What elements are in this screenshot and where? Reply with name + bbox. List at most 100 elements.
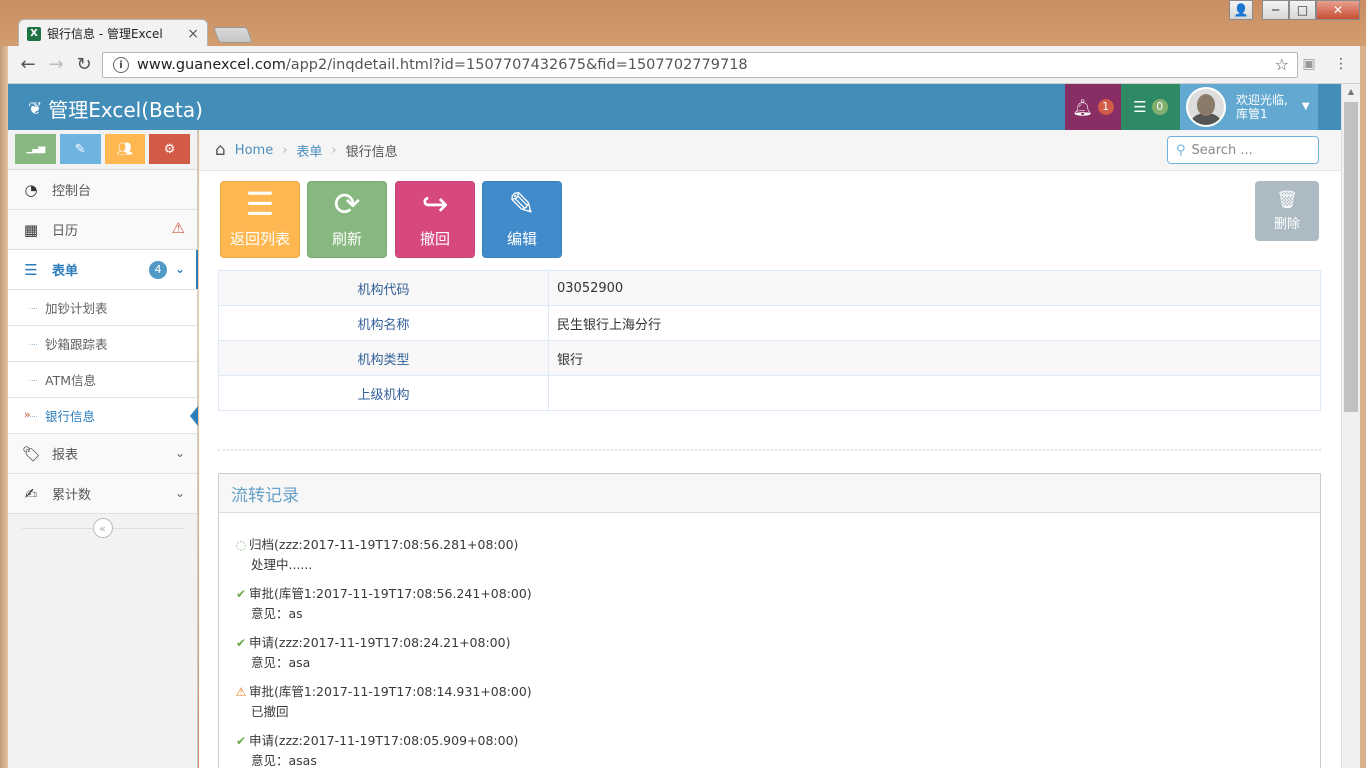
revoke-button[interactable]: ↪ 撤回 bbox=[395, 181, 475, 258]
log-text: 审批(库管1:2017-11-19T17:08:14.931+08:00) bbox=[249, 684, 532, 699]
warning-icon: ⚠ bbox=[171, 219, 185, 237]
log-text: 审批(库管1:2017-11-19T17:08:56.241+08:00) bbox=[249, 586, 532, 601]
browser-toolbar: ← → ↻ i www.guanexcel.com/app2/inqdetail… bbox=[8, 46, 1360, 84]
refresh-button[interactable]: ⟳ 刷新 bbox=[307, 181, 387, 258]
table-row: 机构类型 银行 bbox=[218, 340, 1321, 376]
tasks-button[interactable]: ☰ 0 bbox=[1121, 84, 1180, 130]
sidebar-item-cassette-tracking[interactable]: 钞箱跟踪表 bbox=[8, 326, 197, 362]
back-to-list-label: 返回列表 bbox=[229, 230, 290, 248]
forward-arrow-icon[interactable]: → bbox=[42, 51, 70, 79]
log-note: 意见：asa bbox=[251, 655, 311, 670]
log-text: 申请(zzz:2017-11-19T17:08:24.21+08:00) bbox=[249, 635, 511, 650]
window-frame-right bbox=[1360, 46, 1366, 768]
tachometer-icon: ◔ bbox=[24, 180, 38, 199]
users-shortcut-button[interactable]: 👥︎ bbox=[104, 134, 146, 164]
sidebar-item-label: 控制台 bbox=[52, 184, 92, 199]
home-icon: ⌂ bbox=[215, 140, 226, 160]
list-item: ✔ 申请(zzz:2017-11-19T17:08:05.909+08:00) 意… bbox=[233, 731, 1320, 768]
user-menu[interactable]: 欢迎光临, 库管1 ▼ bbox=[1180, 84, 1318, 130]
tag-icon: 🏷︎ bbox=[22, 444, 42, 463]
edit-icon: ✍ bbox=[24, 484, 38, 503]
list-icon: ☰ bbox=[245, 185, 275, 223]
search-input[interactable]: ⚲ Search ... bbox=[1167, 136, 1319, 164]
breadcrumb-home-link[interactable]: Home bbox=[235, 143, 273, 158]
maximize-button[interactable]: □ bbox=[1289, 0, 1316, 20]
app-navbar: ❦ 管理Excel(Beta) 🔔︎ 1 ☰ 0 欢迎光临, 库管1 ▼ bbox=[8, 84, 1341, 130]
info-icon[interactable]: i bbox=[113, 57, 129, 73]
sidebar-item-cash-plan[interactable]: 加钞计划表 bbox=[8, 290, 197, 326]
edit-icon: ✎ bbox=[508, 185, 536, 223]
cogs-shortcut-button[interactable]: ⚙ bbox=[149, 134, 190, 164]
sidebar-item-label: 日历 bbox=[52, 224, 79, 239]
sidebar-item-dashboard[interactable]: ◔ 控制台 bbox=[8, 170, 197, 210]
sidebar-item-label: 表单 bbox=[52, 264, 79, 279]
browser-window: X 银行信息 - 管理Excel × 👤 ─ □ ✕ ← → ↻ i www.g… bbox=[0, 0, 1366, 768]
log-note: 意见：as bbox=[251, 606, 303, 621]
stats-shortcut-button[interactable]: ▁▃▅ bbox=[15, 134, 56, 164]
minimize-button[interactable]: ─ bbox=[1262, 0, 1289, 20]
user-profile-button[interactable]: 👤 bbox=[1229, 0, 1253, 20]
users-icon: 👥︎ bbox=[116, 141, 134, 157]
collapse-sidebar-button[interactable]: « bbox=[92, 518, 113, 538]
list-item: ✔ 审批(库管1:2017-11-19T17:08:56.241+08:00) 意… bbox=[233, 584, 1320, 623]
table-row: 上级机构 bbox=[218, 375, 1321, 411]
tasks-icon: ☰ bbox=[1133, 98, 1147, 116]
list-item: ✔ 申请(zzz:2017-11-19T17:08:24.21+08:00) 意见… bbox=[233, 633, 1320, 672]
sidebar-item-cumulative[interactable]: ✍ 累计数 ⌄ bbox=[8, 474, 197, 514]
sidebar-item-reports[interactable]: 🏷︎ 报表 ⌄ bbox=[8, 434, 197, 474]
sidebar-item-label: 累计数 bbox=[52, 488, 92, 503]
title-bar: X 银行信息 - 管理Excel × 👤 ─ □ ✕ bbox=[0, 0, 1366, 47]
sidebar-item-atm-info[interactable]: ATM信息 bbox=[8, 362, 197, 398]
chevron-down-icon: ⌄ bbox=[174, 486, 185, 500]
extension-icon[interactable]: ▣ bbox=[1300, 56, 1318, 74]
pencil-shortcut-button[interactable]: ✎ bbox=[59, 134, 101, 164]
sidebar-item-forms[interactable]: ☰ 表单 4 ⌄ bbox=[8, 250, 198, 290]
sidebar-item-label: 银行信息 bbox=[45, 409, 96, 424]
log-note: 已撤回 bbox=[251, 704, 289, 719]
sidebar-item-calendar[interactable]: ▦ 日历 ⚠ bbox=[8, 210, 197, 250]
breadcrumb-separator: › bbox=[331, 142, 337, 158]
welcome-text: 欢迎光临, bbox=[1236, 93, 1288, 107]
new-tab-button[interactable] bbox=[213, 27, 253, 43]
window-frame-left bbox=[0, 46, 8, 768]
browser-tab[interactable]: X 银行信息 - 管理Excel × bbox=[18, 19, 208, 47]
tab-close-icon[interactable]: × bbox=[187, 26, 199, 42]
flow-log-list: ◌ 归档(zzz:2017-11-19T17:08:56.281+08:00) 处… bbox=[219, 513, 1320, 768]
edit-button[interactable]: ✎ 编辑 bbox=[482, 181, 562, 258]
share-icon: ↪ bbox=[421, 185, 449, 223]
sidebar-item-bank-info[interactable]: » 银行信息 bbox=[8, 398, 198, 434]
field-label: 机构代码 bbox=[218, 270, 549, 306]
delete-label: 删除 bbox=[1273, 217, 1300, 232]
double-angle-icon: » bbox=[24, 408, 31, 421]
breadcrumb-forms-link[interactable]: 表单 bbox=[296, 141, 322, 160]
bell-icon: 🔔︎ bbox=[1072, 97, 1093, 117]
back-to-list-button[interactable]: ☰ 返回列表 bbox=[220, 181, 300, 258]
address-bar[interactable]: i www.guanexcel.com/app2/inqdetail.html?… bbox=[102, 52, 1298, 78]
warning-icon: ⚠ bbox=[235, 685, 247, 699]
reload-icon[interactable]: ↻ bbox=[70, 51, 98, 79]
stats-icon: ▁▃▅ bbox=[26, 144, 45, 154]
revoke-label: 撤回 bbox=[419, 230, 450, 248]
back-arrow-icon[interactable]: ← bbox=[14, 51, 42, 79]
log-note: 处理中...... bbox=[251, 557, 313, 572]
scrollbar-thumb[interactable] bbox=[1344, 102, 1358, 412]
excel-icon: X bbox=[27, 26, 41, 41]
edit-label: 编辑 bbox=[506, 230, 537, 248]
menu-kebab-icon[interactable]: ⋮ bbox=[1332, 56, 1350, 74]
url-host: www.guanexcel.com bbox=[137, 57, 286, 73]
delete-button[interactable]: 🗑︎ 删除 bbox=[1255, 181, 1319, 241]
log-note: 意见：asas bbox=[251, 753, 317, 768]
leaf-icon: ❦ bbox=[28, 98, 43, 119]
username: 库管1 bbox=[1236, 107, 1268, 121]
bookmark-star-icon[interactable]: ☆ bbox=[1275, 55, 1289, 74]
brand[interactable]: ❦ 管理Excel(Beta) bbox=[28, 94, 203, 123]
field-value bbox=[548, 375, 1321, 411]
flow-log-title: 流转记录 bbox=[219, 474, 1320, 513]
page-scrollbar[interactable]: ▲ bbox=[1341, 84, 1360, 768]
close-window-button[interactable]: ✕ bbox=[1316, 0, 1360, 20]
list-item: ◌ 归档(zzz:2017-11-19T17:08:56.281+08:00) 处… bbox=[233, 535, 1320, 574]
refresh-icon: ⟳ bbox=[333, 185, 361, 223]
details-table: 机构代码 03052900 机构名称 民生银行上海分行 机构类型 银行 上级机构 bbox=[218, 270, 1321, 411]
notifications-button[interactable]: 🔔︎ 1 bbox=[1065, 84, 1121, 130]
scroll-up-icon[interactable]: ▲ bbox=[1342, 84, 1360, 100]
